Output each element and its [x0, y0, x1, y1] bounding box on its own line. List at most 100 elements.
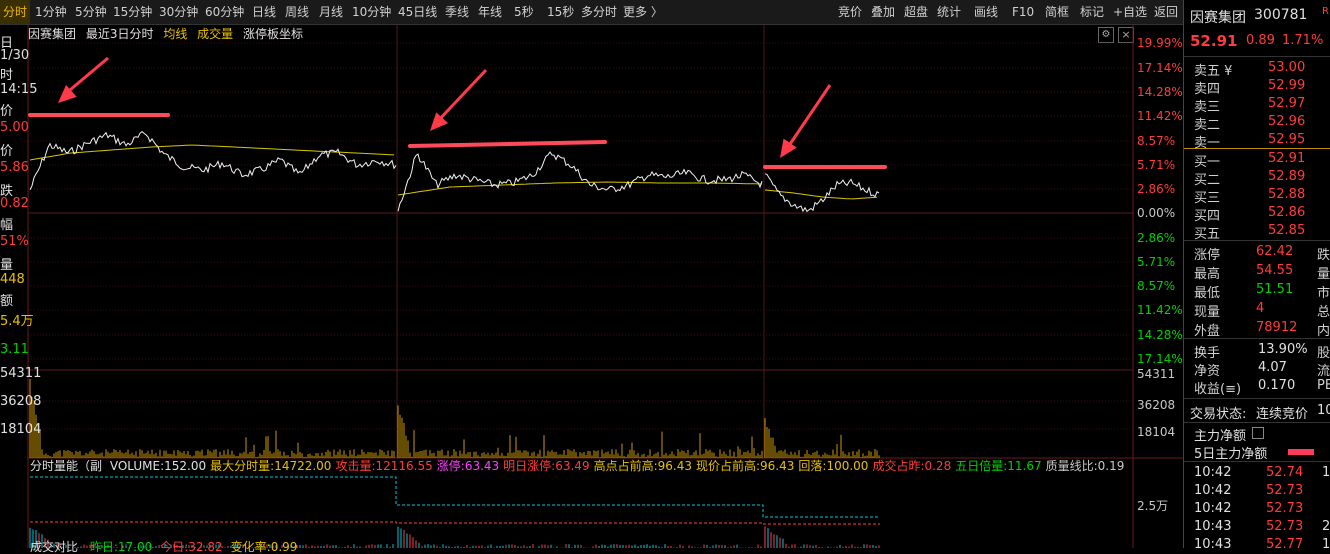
indicator-stat-label: 攻击量:	[335, 459, 376, 473]
tick-price: 52.73	[1266, 519, 1304, 534]
main-flow-menu-icon[interactable]	[1252, 427, 1264, 439]
left-info-5: 5.00	[0, 120, 29, 135]
period-tab-1[interactable]: 1分钟	[32, 0, 70, 24]
tool-button-3[interactable]: 统计	[935, 0, 963, 24]
bid-price-3: 52.88	[1268, 187, 1306, 202]
trade-status-label: 交易状态:	[1190, 407, 1247, 422]
ask-price-2: 52.96	[1268, 114, 1306, 129]
price-axis-label: 8.57%	[1137, 279, 1175, 293]
left-info-4: 价	[0, 104, 14, 119]
left-info-6: 价	[0, 144, 14, 159]
period-tab-8[interactable]: 月线	[316, 0, 346, 24]
stat-value: 54.55	[1256, 263, 1294, 278]
period-tab-12[interactable]: 年线	[475, 0, 505, 24]
stat2-value: 0.170	[1258, 378, 1296, 393]
stat-label: 外盘	[1194, 324, 1221, 339]
volume-bars	[29, 378, 880, 458]
stat2-value: 13.90%	[1258, 342, 1308, 357]
tool-button-7[interactable]: 标记	[1078, 0, 1106, 24]
bid-label-2: 买二	[1194, 173, 1221, 188]
tool-button-6[interactable]: 简框	[1043, 0, 1071, 24]
stat2-label: 换手	[1194, 346, 1221, 361]
compare-stat-label: 昨日:	[89, 540, 118, 554]
stat-extra: 总	[1317, 305, 1330, 320]
stat-label: 涨停	[1194, 248, 1221, 263]
bid-label-3: 买三	[1194, 191, 1221, 206]
indicator-stat-label: 质量线比:	[1045, 459, 1098, 473]
indicator-stat-value: 14722.00	[274, 459, 332, 473]
volume-axis-label: 36208	[1137, 398, 1175, 412]
price-line-day-2	[764, 173, 880, 213]
period-tab-4[interactable]: 30分钟	[156, 0, 201, 24]
tick-time: 10:43	[1194, 519, 1232, 534]
tool-button-2[interactable]: 超盘	[902, 0, 930, 24]
arrow-2	[784, 84, 832, 151]
left-info-12: 量	[0, 258, 14, 273]
period-tab-10[interactable]: 45日线	[395, 0, 440, 24]
ask-label-4: 卖四	[1194, 82, 1221, 97]
left-info-3: 14:15	[0, 82, 38, 97]
price-axis-label: 17.14%	[1137, 61, 1183, 75]
price-line-day-0	[29, 130, 397, 191]
volume-indicator-panel	[29, 476, 880, 548]
indicator-stat-value: 63.49	[555, 459, 590, 473]
left-info-7: 5.86	[0, 160, 29, 175]
compare-stat-value: 0.99	[270, 540, 298, 554]
five-day-flow-bar	[1288, 449, 1314, 455]
price-axis-label: 14.28%	[1137, 328, 1183, 342]
ask-price-5: 53.00	[1268, 60, 1306, 75]
left-info-18: 36208	[0, 394, 42, 409]
indicator-axis-label: 2.5万	[1137, 499, 1168, 513]
tool-button-1[interactable]: 叠加	[869, 0, 897, 24]
current-price: 52.91	[1190, 32, 1238, 50]
indicator-stat-label: 回落:	[798, 459, 827, 473]
period-tab-11[interactable]: 季线	[442, 0, 472, 24]
tick-price: 52.73	[1266, 501, 1304, 516]
period-tab-14[interactable]: 15秒	[544, 0, 577, 24]
stock-code: 300781	[1254, 7, 1308, 23]
period-tab-9[interactable]: 10分钟	[349, 0, 394, 24]
indicator-stat-value: 152.00	[164, 459, 207, 473]
stock-name: 因赛集团	[1190, 10, 1246, 26]
period-tab-13[interactable]: 5秒	[511, 0, 537, 24]
period-tab-16[interactable]: 更多 〉	[620, 0, 666, 24]
volume-axis-label: 54311	[1137, 367, 1175, 381]
compare-stat-label: 变化率:	[230, 540, 271, 554]
tool-button-9[interactable]: 返回	[1152, 0, 1180, 24]
trade-status: 连续竞价	[1256, 407, 1309, 422]
highlight-bar-1	[408, 140, 607, 148]
stat-label: 最高	[1194, 267, 1221, 282]
left-info-19: 18104	[0, 422, 42, 437]
period-tab-6[interactable]: 日线	[249, 0, 279, 24]
compare-stat-label: 今日:	[160, 540, 189, 554]
indicator-stat-value: 0.19	[1097, 459, 1125, 473]
stat2-label: 收益(≡)	[1194, 382, 1242, 397]
tick-volume: 1	[1322, 537, 1330, 552]
stat2-value: 4.07	[1258, 360, 1287, 375]
stat-extra: 跌	[1317, 248, 1330, 263]
period-tab-5[interactable]: 60分钟	[202, 0, 247, 24]
tool-button-5[interactable]: F10	[1010, 0, 1036, 24]
tool-button-8[interactable]: +自选	[1111, 0, 1149, 24]
price-axis-label: 0.00%	[1137, 206, 1175, 220]
period-tab-7[interactable]: 周线	[282, 0, 312, 24]
period-tab-3[interactable]: 15分钟	[110, 0, 155, 24]
period-tab-2[interactable]: 5分钟	[72, 0, 110, 24]
indicator-name[interactable]: 分时量能（副	[30, 459, 102, 473]
period-tab-15[interactable]: 多分时	[578, 0, 620, 24]
tool-button-0[interactable]: 竞价	[836, 0, 864, 24]
indicator-stat-value: 63.43	[464, 459, 500, 473]
indicator-stat-label: 最大分时量:	[210, 459, 275, 473]
bid-price-2: 52.89	[1268, 169, 1306, 184]
chart-annotations	[28, 56, 887, 169]
price-axis-label: 11.42%	[1137, 303, 1183, 317]
tool-button-4[interactable]: 画线	[972, 0, 1000, 24]
price-axis-label: 17.14%	[1137, 352, 1183, 366]
stat-value: 62.42	[1256, 244, 1294, 259]
tick-price: 52.73	[1266, 483, 1304, 498]
bid-price-5: 52.85	[1268, 223, 1306, 238]
stat2-extra: 流	[1317, 364, 1330, 379]
period-tab-0[interactable]: 分时	[0, 0, 31, 24]
main-flow-label[interactable]: 主力净额	[1194, 425, 1246, 444]
stat-extra: 市	[1317, 286, 1330, 301]
